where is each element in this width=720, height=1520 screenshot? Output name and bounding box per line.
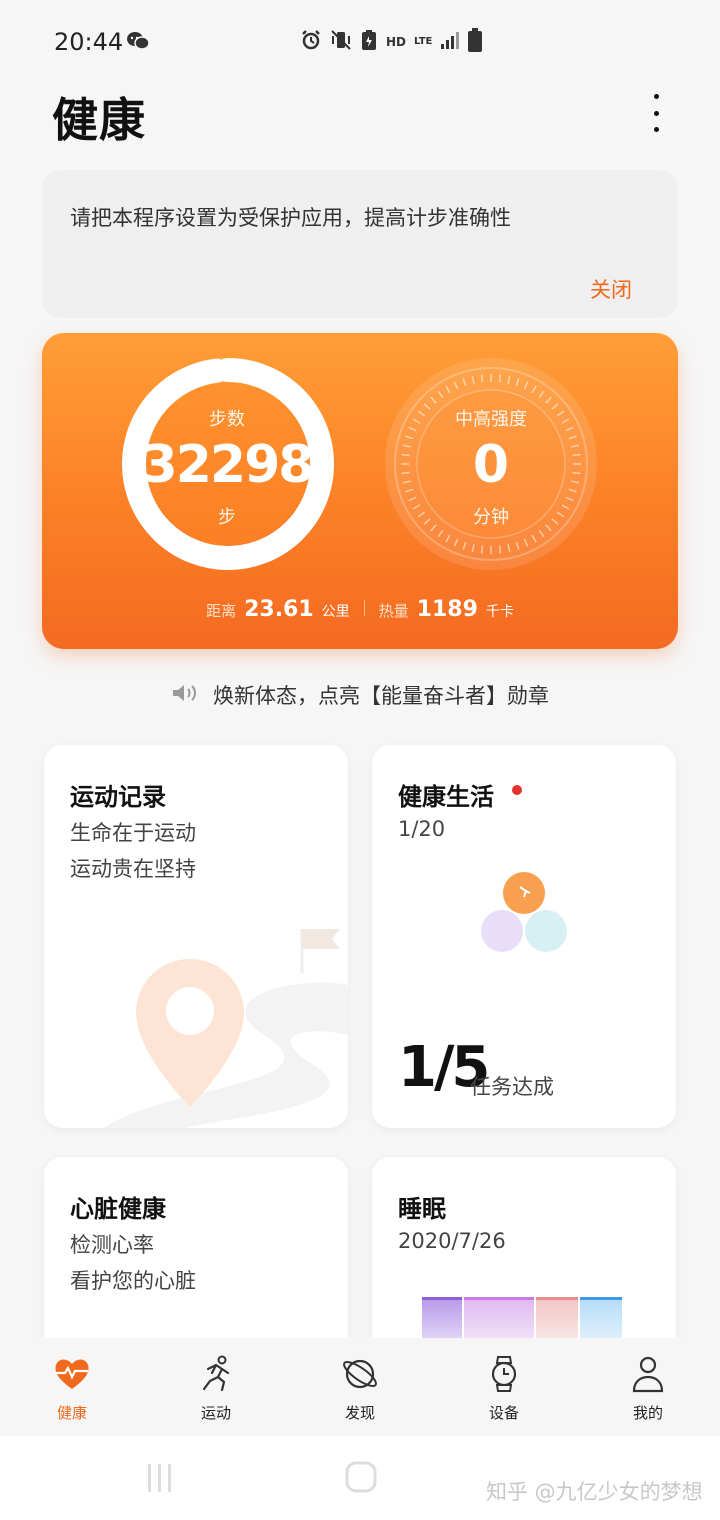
exercise-records-line2: 运动贵在坚持 (70, 857, 196, 881)
tab-label: 我的 (632, 1404, 663, 1422)
stat-divider (363, 600, 365, 616)
map-pin-route-icon (104, 929, 348, 1128)
dial-tick (480, 374, 484, 383)
healthy-life-progress: 1/20 (398, 817, 446, 841)
protected-app-notice: 请把本程序设置为受保护应用，提高计步准确性 关闭 (42, 170, 678, 318)
intensity-unit: 分钟 (473, 507, 509, 528)
dial-tick (572, 453, 581, 457)
signal-icon (440, 30, 460, 54)
bottom-tab-bar: 健康 运动 发现 设备 我的 (0, 1338, 720, 1436)
tab-device[interactable]: 设备 (432, 1338, 576, 1436)
watermark: 知乎 @九亿少女的梦想 (486, 1480, 703, 1504)
steps-label: 步数 (209, 409, 245, 430)
hero-stats: 距离 23.61 公里 热量 1189 千卡 (42, 597, 678, 622)
tab-me[interactable]: 我的 (576, 1338, 720, 1436)
healthy-life-tasks-icon (481, 872, 567, 952)
heart-health-card[interactable]: 心脏健康 检测心率 看护您的心脏 (44, 1157, 348, 1357)
tab-exercise[interactable]: 运动 (144, 1338, 288, 1436)
running-icon (202, 1355, 230, 1392)
recent-apps-icon[interactable] (144, 1462, 176, 1494)
exercise-records-title: 运动记录 (70, 783, 166, 811)
healthy-life-card[interactable]: 健康生活 1/20 1/5 任务达成 (372, 745, 676, 1128)
speaker-icon (171, 682, 201, 709)
dial-tick (401, 471, 410, 475)
announcement-text: 焕新体态，点亮【能量奋斗者】勋章 (213, 684, 549, 708)
heart-health-line1: 检测心率 (70, 1233, 154, 1257)
more-dot-icon (653, 94, 659, 99)
watch-icon (491, 1356, 517, 1392)
status-time: 20:44 (54, 28, 124, 56)
tab-label: 发现 (344, 1404, 375, 1422)
tab-label: 运动 (200, 1404, 231, 1422)
sleep-date: 2020/7/26 (398, 1229, 506, 1253)
status-bar: 20:44 HD LTE (0, 0, 720, 84)
alarm-icon (300, 29, 322, 55)
lte-icon: LTE (414, 36, 433, 47)
sleep-title: 睡眠 (398, 1195, 446, 1223)
wechat-icon (126, 30, 150, 56)
tab-discover[interactable]: 发现 (288, 1338, 432, 1436)
page-title: 健康 (52, 93, 146, 147)
badge-announcement[interactable]: 焕新体态，点亮【能量奋斗者】勋章 (0, 680, 720, 710)
sleep-card[interactable]: 睡眠 2020/7/26 (372, 1157, 676, 1357)
steps-value: 32298 (141, 435, 315, 495)
calories-value: 1189 (416, 597, 478, 622)
more-dot-icon (653, 110, 659, 116)
dial-tick (498, 374, 502, 383)
distance-label: 距离 (206, 602, 237, 620)
battery-saver-icon (360, 29, 378, 55)
dial-tick (498, 545, 502, 554)
more-options-button[interactable] (640, 92, 672, 134)
distance-unit: 公里 (321, 604, 350, 620)
more-dot-icon (653, 127, 659, 132)
dial-tick (572, 471, 581, 475)
dial-tick (480, 545, 484, 554)
intensity-value: 0 (472, 435, 510, 495)
status-icons: HD LTE (300, 28, 483, 56)
exercise-records-card[interactable]: 运动记录 生命在于运动 运动贵在坚持 (44, 745, 348, 1128)
steps-unit: 步 (218, 507, 236, 528)
heart-health-title: 心脏健康 (70, 1195, 166, 1223)
notice-text: 请把本程序设置为受保护应用，提高计步准确性 (70, 206, 511, 230)
tab-health[interactable]: 健康 (0, 1338, 144, 1436)
healthy-life-title: 健康生活 (398, 783, 494, 811)
tab-label: 健康 (56, 1404, 87, 1422)
dial-tick (401, 453, 410, 457)
hd-icon: HD (386, 35, 407, 49)
person-icon (632, 1356, 664, 1393)
calories-label: 热量 (378, 602, 409, 620)
exercise-records-line1: 生命在于运动 (70, 821, 196, 845)
planet-icon (343, 1359, 377, 1389)
calories-unit: 千卡 (485, 604, 514, 620)
tab-label: 设备 (488, 1404, 519, 1422)
home-icon[interactable] (344, 1460, 378, 1494)
distance-value: 23.61 (244, 597, 314, 622)
vibrate-icon (330, 29, 352, 55)
intensity-label: 中高强度 (455, 409, 527, 430)
battery-icon (468, 28, 483, 56)
heart-pulse-icon (55, 1359, 89, 1389)
notice-close-button[interactable]: 关闭 (590, 274, 632, 304)
activity-summary-card[interactable]: 步数 32298 步 中高强度 0 分钟 距离 23.61 公里 热量 1189… (42, 333, 678, 649)
heart-health-line2: 看护您的心脏 (70, 1269, 196, 1293)
notification-dot (512, 785, 522, 795)
tasks-completed-label: 任务达成 (470, 1075, 554, 1099)
